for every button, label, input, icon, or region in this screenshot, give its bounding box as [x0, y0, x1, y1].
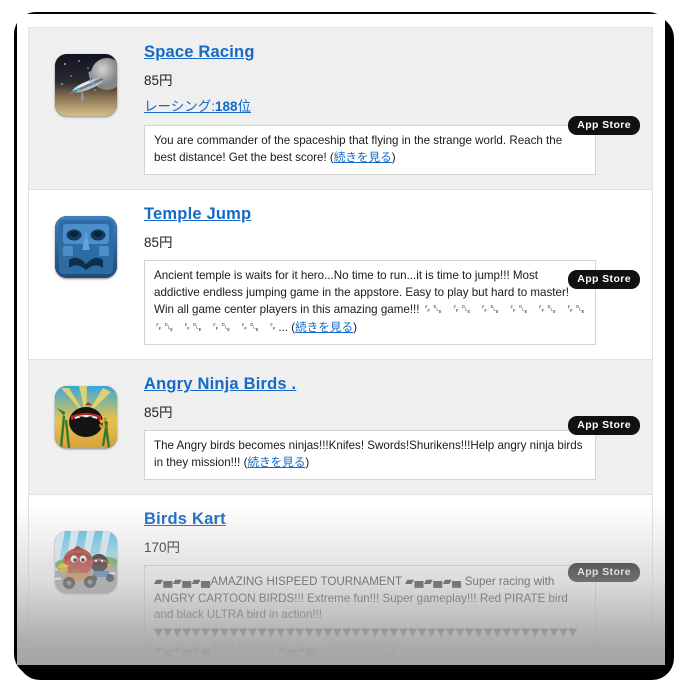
app-description-tail: )	[305, 455, 310, 469]
app-price: 170円	[144, 540, 181, 555]
app-description: You are commander of the spaceship that …	[144, 125, 596, 175]
app-description-tail: )	[390, 643, 395, 656]
app-title-link[interactable]: Birds Kart	[144, 510, 226, 529]
app-description: Ancient temple is waits for it hero...No…	[144, 260, 596, 345]
read-more-link[interactable]: 続きを見る	[334, 151, 392, 164]
read-more-link[interactable]: 続きを見る	[247, 456, 305, 469]
app-description-mid-glyphs: ▰▄▰▄▰▄	[405, 574, 462, 588]
app-description-triangles: ▼▼▼▼▼▼▼▼▼▼▼▼▼▼▼▼▼▼▼▼▼▼▼▼▼▼▼▼▼▼▼▼▼▼▼▼▼▼▼▼…	[154, 624, 578, 639]
app-store-badge[interactable]: App Store	[568, 116, 640, 135]
app-description-ellipsis: ... (	[315, 643, 333, 656]
app-description-end-glyphs: ▰▄▰▄	[277, 642, 316, 656]
app-description-tail: )	[353, 320, 358, 334]
app-list-item[interactable]: Angry Ninja Birds . 85円 The Angry birds …	[29, 360, 652, 495]
birds-kart-icon[interactable]	[55, 531, 117, 593]
app-rank-category: レーシング:	[144, 99, 215, 114]
app-description-features: FEATURES	[210, 643, 278, 656]
app-price: 85円	[144, 73, 173, 88]
app-description: The Angry birds becomes ninjas!!!Knifes!…	[144, 430, 596, 480]
app-description-tail: )	[391, 150, 396, 164]
app-description: ▰▄▰▄▰▄AMAZING HISPEED TOURNAMENT ▰▄▰▄▰▄ …	[144, 565, 596, 665]
app-store-badge[interactable]: App Store	[568, 416, 640, 435]
app-rank-suffix: 位	[237, 99, 252, 114]
app-store-badge[interactable]: App Store	[568, 270, 640, 289]
app-description-ellipsis: ... (	[278, 320, 296, 334]
app-list-item[interactable]: Birds Kart 170円 ▰▄▰▄▰▄AMAZING HISPEED TO…	[29, 495, 652, 665]
app-description-lead-glyphs: ▰▄▰▄▰▄	[154, 574, 211, 588]
app-description-text: The Angry birds becomes ninjas!!!Knifes!…	[154, 439, 583, 469]
app-list-item[interactable]: Space Racing 85円 レーシング:188位 You are comm…	[29, 28, 652, 190]
app-price: 85円	[144, 405, 173, 420]
read-more-link[interactable]: 続きを見る	[332, 643, 390, 656]
app-title-link[interactable]: Space Racing	[144, 43, 255, 62]
app-description-text: AMAZING HISPEED TOURNAMENT	[210, 575, 406, 588]
app-list: Space Racing 85円 レーシング:188位 You are comm…	[28, 27, 653, 665]
app-price: 85円	[144, 235, 173, 250]
app-description-tail-glyphs: ▰▄▰▄▰▄	[154, 642, 211, 656]
read-more-link[interactable]: 続きを見る	[295, 321, 353, 334]
angry-ninja-birds-icon[interactable]	[55, 386, 117, 448]
app-title-link[interactable]: Angry Ninja Birds .	[144, 375, 296, 394]
app-store-badge[interactable]: App Store	[568, 563, 640, 582]
space-racing-icon[interactable]	[55, 54, 117, 116]
page-surface: Space Racing 85円 レーシング:188位 You are comm…	[17, 14, 665, 665]
app-title-link[interactable]: Temple Jump	[144, 205, 251, 224]
temple-jump-icon[interactable]	[55, 216, 117, 278]
app-list-item[interactable]: Temple Jump 85円 Ancient temple is waits …	[29, 190, 652, 360]
app-rank-value: 188	[214, 99, 238, 114]
app-rank-link[interactable]: レーシング:188位	[144, 95, 251, 115]
